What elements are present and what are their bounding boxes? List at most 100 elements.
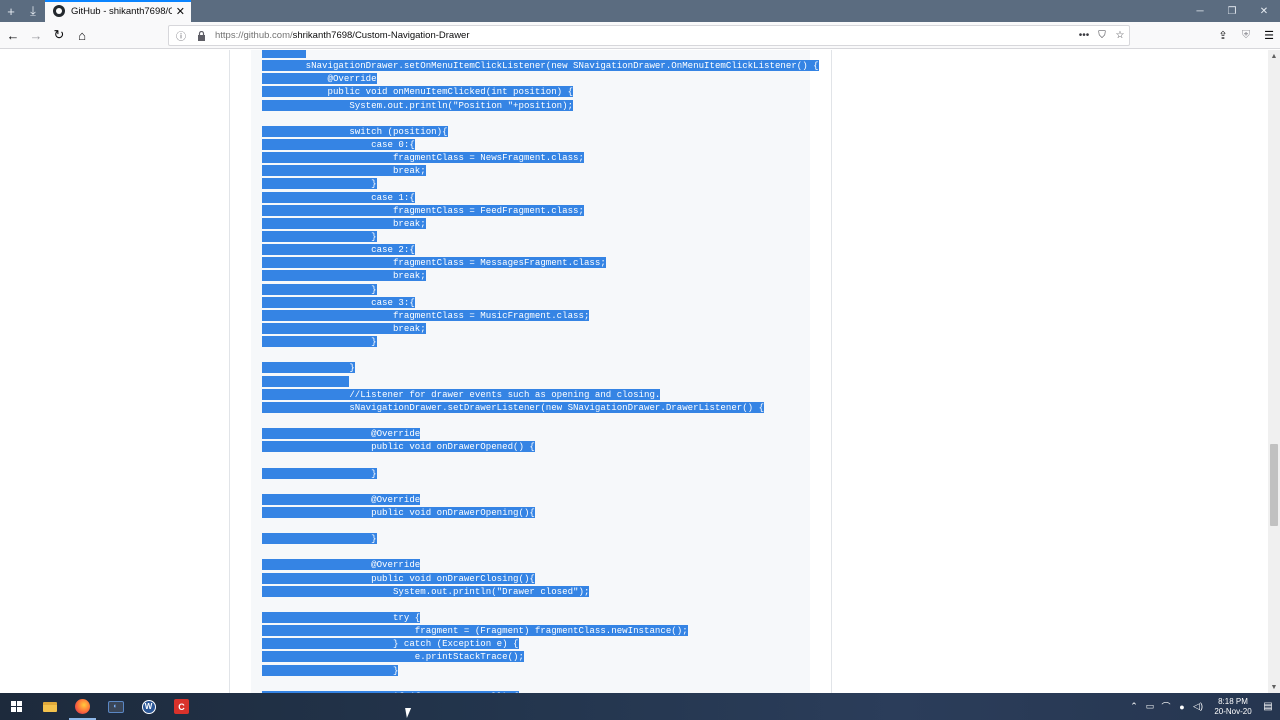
- wifi-icon[interactable]: ⌒: [1158, 700, 1174, 713]
- shield-icon: ⛨: [1241, 28, 1251, 41]
- code-line: }: [262, 335, 819, 348]
- github-icon: [53, 5, 65, 17]
- back-button[interactable]: ←: [2, 24, 24, 46]
- code-line: }: [262, 664, 819, 677]
- code-line-text: sNavigationDrawer.setOnMenuItemClickList…: [262, 60, 819, 72]
- code-line: }: [262, 283, 819, 296]
- code-line: System.out.println("Position "+position)…: [262, 99, 819, 112]
- downloads-button[interactable]: ⤓: [22, 0, 44, 22]
- taskbar-code-editor[interactable]: ◐: [99, 693, 132, 720]
- code-line: [262, 375, 819, 388]
- code-line: sNavigationDrawer.setDrawerListener(new …: [262, 401, 819, 414]
- home-button[interactable]: ⌂: [71, 24, 93, 46]
- scroll-down-icon[interactable]: ▼: [1268, 681, 1280, 693]
- code-line: break;: [262, 164, 819, 177]
- microphone-icon[interactable]: ●: [1174, 702, 1190, 712]
- arrow-right-icon: →: [29, 27, 43, 43]
- code-line: fragmentClass = MusicFragment.class;: [262, 309, 819, 322]
- code-line-text: switch (position){: [262, 125, 448, 137]
- code-line-text: break;: [262, 322, 426, 334]
- volume-icon[interactable]: ◁): [1190, 701, 1206, 712]
- page-scrollbar[interactable]: ▲ ▼: [1268, 50, 1280, 693]
- plus-icon: +: [7, 3, 15, 19]
- library-button[interactable]: ⇪: [1212, 24, 1234, 46]
- content-border-right: [831, 50, 832, 693]
- code-line: break;: [262, 322, 819, 335]
- system-tray: ⌃ ▭ ⌒ ● ◁) 8:18 PM 20-Nov-20 ▤: [1126, 697, 1280, 717]
- show-hidden-icons[interactable]: ⌃: [1126, 701, 1142, 712]
- reload-button[interactable]: ↻: [48, 24, 70, 46]
- taskbar-word[interactable]: W: [132, 693, 165, 720]
- info-icon[interactable]: ⓘ: [173, 28, 189, 44]
- url-text[interactable]: https://github.com/shrikanth7698/Custom-…: [215, 30, 470, 41]
- code-line: case 1:{: [262, 191, 819, 204]
- code-line: @Override: [262, 72, 819, 85]
- code-line: }: [262, 532, 819, 545]
- page-actions-icon[interactable]: •••: [1075, 30, 1093, 41]
- windows-logo-icon: [11, 701, 22, 712]
- code-line-text: [262, 50, 306, 58]
- menu-button[interactable]: ☰: [1258, 24, 1280, 46]
- pocket-icon[interactable]: ⛉: [1093, 30, 1111, 41]
- close-window-button[interactable]: ✕: [1248, 0, 1280, 22]
- code-listing[interactable]: sNavigationDrawer.setOnMenuItemClickList…: [262, 50, 819, 693]
- notification-center-icon[interactable]: ▤: [1256, 701, 1280, 712]
- reload-icon: ↻: [53, 27, 65, 42]
- home-icon: ⌂: [78, 27, 86, 43]
- code-line-text: }: [262, 362, 355, 374]
- code-line: } catch (Exception e) {: [262, 637, 819, 650]
- tab-title: GitHub - shikanth7698/Custo: [71, 5, 172, 17]
- code-line: sNavigationDrawer.setOnMenuItemClickList…: [262, 59, 819, 72]
- code-line-text: System.out.println("Drawer closed");: [262, 585, 590, 597]
- code-line: case 2:{: [262, 243, 819, 256]
- navigation-toolbar: ← → ↻ ⌂ ⓘ https://github.com/shrikanth76…: [0, 22, 1280, 49]
- code-line: }: [262, 230, 819, 243]
- address-bar[interactable]: ⓘ https://github.com/shrikanth7698/Custo…: [168, 25, 1130, 46]
- code-line-text: fragment = (Fragment) fragmentClass.newI…: [262, 625, 688, 637]
- code-line-text: fragmentClass = FeedFragment.class;: [262, 204, 584, 216]
- code-line: try {: [262, 611, 819, 624]
- code-line-text: public void onDrawerOpening(){: [262, 506, 535, 518]
- code-line: break;: [262, 269, 819, 282]
- code-line-text: @Override: [262, 73, 377, 85]
- taskbar-file-explorer[interactable]: [33, 693, 66, 720]
- start-button[interactable]: [0, 693, 33, 720]
- taskbar-firefox[interactable]: [66, 693, 99, 720]
- forward-button[interactable]: →: [25, 24, 47, 46]
- code-line: fragmentClass = NewsFragment.class;: [262, 151, 819, 164]
- code-line-text: sNavigationDrawer.setDrawerListener(new …: [262, 401, 765, 413]
- restore-button[interactable]: ❐: [1216, 0, 1248, 22]
- clock-time: 8:18 PM: [1218, 696, 1248, 706]
- code-line-text: public void onMenuItemClicked(int positi…: [262, 86, 574, 98]
- code-line: e.printStackTrace();: [262, 650, 819, 663]
- tracking-shield-button[interactable]: ⛨: [1235, 24, 1257, 46]
- tab-strip: + ⤓ GitHub - shikanth7698/Custo ✕ ─ ❐ ✕: [0, 0, 1280, 22]
- taskbar-red-app[interactable]: C: [165, 693, 198, 720]
- new-tab-button[interactable]: +: [0, 0, 22, 22]
- close-tab-icon[interactable]: ✕: [176, 5, 185, 18]
- red-app-icon: C: [174, 699, 189, 714]
- code-line-text: [262, 375, 350, 387]
- library-icon: ⇪: [1218, 29, 1228, 42]
- code-line-text: }: [262, 283, 377, 295]
- page-content: sNavigationDrawer.setOnMenuItemClickList…: [0, 50, 1268, 693]
- code-line-text: }: [262, 533, 377, 545]
- code-line-text: public void onDrawerOpened() {: [262, 441, 535, 453]
- code-line: }: [262, 361, 819, 374]
- scrollbar-thumb[interactable]: [1270, 444, 1278, 526]
- code-line-text: }: [262, 230, 377, 242]
- clock[interactable]: 8:18 PM 20-Nov-20: [1210, 697, 1256, 717]
- bookmark-star-icon[interactable]: ☆: [1111, 30, 1129, 41]
- network-icon[interactable]: ▭: [1142, 701, 1158, 712]
- code-line-text: fragmentClass = NewsFragment.class;: [262, 152, 584, 164]
- hamburger-menu-icon: ☰: [1264, 29, 1274, 42]
- minimize-button[interactable]: ─: [1184, 0, 1216, 22]
- scroll-up-icon[interactable]: ▲: [1268, 50, 1280, 62]
- browser-tab-github[interactable]: GitHub - shikanth7698/Custo ✕: [45, 0, 191, 22]
- code-line: switch (position){: [262, 125, 819, 138]
- clock-date: 20-Nov-20: [1214, 706, 1252, 716]
- code-line-text: e.printStackTrace();: [262, 651, 524, 663]
